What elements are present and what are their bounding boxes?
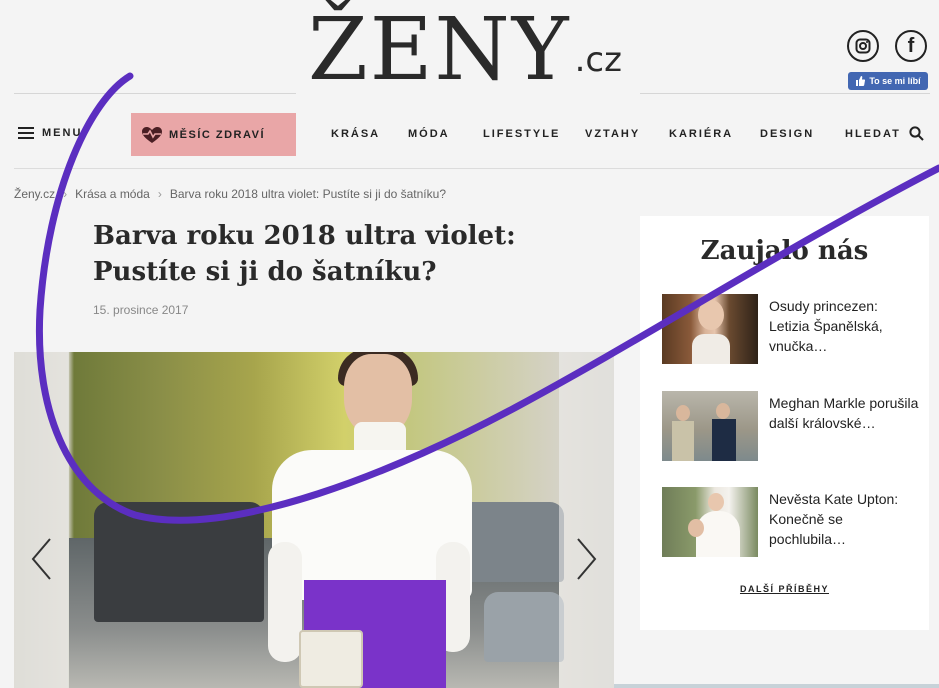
chevron-left-icon[interactable] [30, 537, 52, 581]
main-nav: MENU MĚSÍC ZDRAVÍ KRÁSA MÓDA LIFESTYLE V… [0, 112, 939, 158]
facebook-icon: f [907, 34, 915, 57]
article-hero-image[interactable] [14, 352, 614, 688]
thumbs-up-icon [856, 76, 866, 86]
nav-divider [14, 168, 930, 169]
sidebar-item[interactable]: Meghan Markle porušila další královské… [662, 391, 922, 463]
hamburger-icon [18, 127, 34, 139]
header-divider-left [14, 93, 296, 94]
logo-main-text: ŽENY [308, 0, 571, 100]
breadcrumb-category[interactable]: Krása a móda [75, 187, 150, 201]
chevron-right-icon[interactable] [576, 537, 598, 581]
sidebar-title: Zaujalo nás [700, 236, 869, 266]
sidebar-thumbnail [662, 391, 758, 461]
chevron-right-icon: › [63, 187, 68, 201]
site-logo[interactable]: ŽENY .cz [308, 2, 622, 98]
instagram-link[interactable] [847, 30, 879, 62]
menu-label: MENU [42, 127, 83, 139]
article-title: Barva roku 2018 ultra violet: Pustíte si… [93, 221, 516, 287]
sidebar-item[interactable]: Osudy princezen: Letizia Španělská, vnuč… [662, 294, 922, 366]
breadcrumb: Ženy.cz › Krása a móda › Barva roku 2018… [14, 187, 446, 201]
search-icon [909, 126, 924, 141]
search-label: HLEDAT [845, 127, 901, 140]
sidebar-item-text: Nevěsta Kate Upton: Konečně se pochlubil… [769, 491, 899, 547]
sidebar-item-text: Meghan Markle porušila další královské… [769, 395, 919, 431]
health-label: MĚSÍC ZDRAVÍ [169, 128, 266, 141]
bottom-strip [614, 684, 939, 688]
health-month-button[interactable]: MĚSÍC ZDRAVÍ [131, 113, 296, 156]
chevron-right-icon: › [157, 187, 162, 201]
logo-tld-text: .cz [574, 40, 622, 80]
search-button[interactable]: HLEDAT [845, 126, 924, 141]
nav-item-krasa[interactable]: KRÁSA [331, 128, 380, 140]
nav-item-vztahy[interactable]: VZTAHY [585, 128, 640, 140]
header-divider-right [640, 93, 930, 94]
nav-item-lifestyle[interactable]: LIFESTYLE [483, 128, 560, 140]
article-date: 15. prosince 2017 [93, 303, 189, 317]
like-label: To se mi líbí [869, 76, 921, 86]
more-stories-link[interactable]: DALŠÍ PŘÍBĚHY [640, 584, 929, 594]
menu-button[interactable]: MENU [18, 127, 82, 139]
breadcrumb-home[interactable]: Ženy.cz [14, 187, 55, 201]
sidebar-item[interactable]: Nevěsta Kate Upton: Konečně se pochlubil… [662, 487, 922, 559]
nav-item-design[interactable]: DESIGN [760, 128, 814, 140]
related-sidebar: Zaujalo nás Osudy princezen: Letizia Špa… [640, 216, 929, 630]
instagram-icon [855, 38, 871, 54]
facebook-link[interactable]: f [895, 30, 927, 62]
sidebar-item-text: Osudy princezen: Letizia Španělská, vnuč… [769, 298, 883, 354]
sidebar-thumbnail [662, 294, 758, 364]
heartbeat-icon [142, 126, 162, 143]
page: ŽENY .cz f To se mi líbí MENU MĚSÍC ZDRA… [0, 0, 939, 688]
nav-item-moda[interactable]: MÓDA [408, 128, 450, 140]
nav-item-kariera[interactable]: KARIÉRA [669, 128, 733, 140]
sidebar-thumbnail [662, 487, 758, 557]
breadcrumb-current: Barva roku 2018 ultra violet: Pustíte si… [169, 187, 446, 201]
facebook-like-button[interactable]: To se mi líbí [848, 72, 928, 90]
